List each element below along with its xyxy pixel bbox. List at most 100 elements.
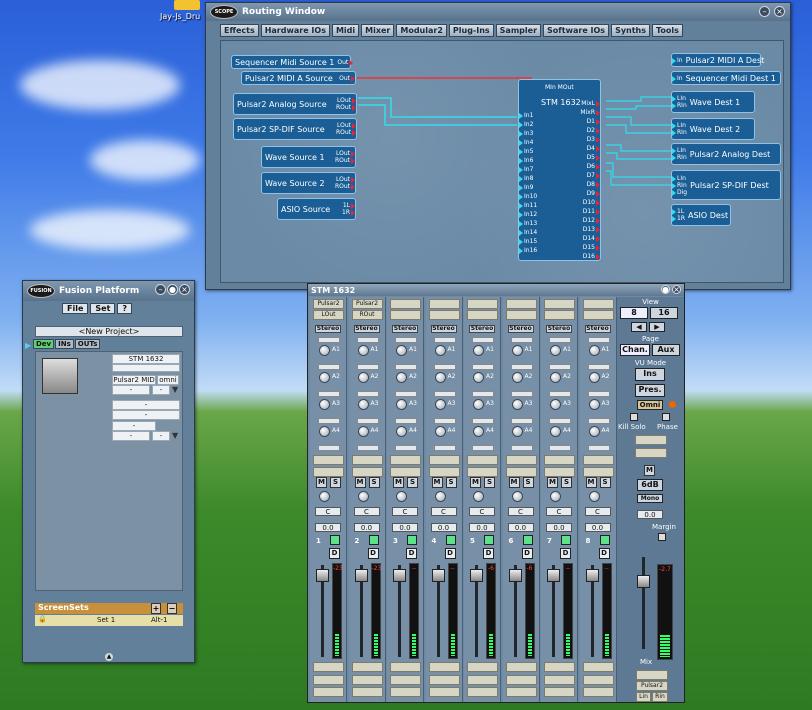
screenset-row[interactable]: 🔒 Set 1 Alt-1 [35,615,183,626]
project-name[interactable]: <New Project> [35,326,183,337]
aux-send-knob[interactable] [550,372,561,383]
output-slot[interactable] [544,675,575,685]
channel-source-device[interactable] [544,299,575,309]
page-next-icon[interactable]: ▶ [649,322,665,332]
aux-send-knob[interactable] [588,372,600,383]
aux-send-knob[interactable] [473,399,484,410]
solo-button[interactable]: S [330,477,341,488]
stereo-button[interactable]: Stereo [469,325,495,333]
pan-knob[interactable] [511,491,523,502]
menu-item[interactable]: Effects [220,24,259,37]
aux-send-knob[interactable] [396,345,407,356]
stm1632-node[interactable]: MIn MOut STM 1632 In1 In2 In3 In4 In5 In6 In7 I… [518,79,601,261]
aux-send-knob[interactable] [588,426,600,437]
channel-active-button[interactable] [599,535,610,545]
channel-source-device[interactable]: Pulsar2 [351,299,383,309]
stm-input-port[interactable]: In12 [519,211,537,218]
pan-value[interactable]: C [584,507,611,516]
aux-send-knob[interactable] [357,372,369,383]
output-slot[interactable] [582,662,614,672]
stm-output-port[interactable]: D16 [583,253,601,260]
output-slot[interactable] [505,687,537,697]
stereo-button[interactable]: Stereo [546,325,572,333]
stm-output-port[interactable]: D15 [583,244,601,251]
stm-output-port[interactable]: D9 [587,190,601,197]
mono-button[interactable]: Mono [637,494,663,503]
output-slot[interactable] [351,662,383,672]
device-mode[interactable]: omni [157,375,179,385]
output-slot[interactable] [544,662,575,672]
insert-slot[interactable] [390,467,421,477]
stm-output-port[interactable]: D11 [583,208,601,215]
output-slot[interactable] [467,675,498,685]
stm-input-port[interactable]: In11 [519,202,537,209]
stm-output-port[interactable]: D1 [587,118,601,125]
aux-send-knob[interactable] [319,372,330,383]
input-port[interactable]: LIn [672,175,687,182]
routing-canvas[interactable]: MIn MOut STM 1632 In1 In2 In3 In4 In5 In6 In7 I… [220,40,784,283]
input-port[interactable]: LIn [672,147,687,154]
output-slot[interactable] [313,662,344,672]
stm-output-port[interactable]: D2 [587,127,601,134]
stereo-button[interactable]: Stereo [584,325,611,333]
mixer-titlebar[interactable]: STM 1632 [308,284,684,296]
channel-source-port[interactable]: LOut [313,310,344,320]
aux-send-knob[interactable] [550,399,561,410]
output-slot[interactable] [351,675,383,685]
output-port[interactable]: Out [337,59,354,66]
menu-item[interactable]: Hardware IOs [260,24,330,37]
mute-button[interactable]: M [508,477,520,488]
aux-send-knob[interactable] [550,426,561,437]
aux-send-knob[interactable] [357,426,369,437]
output-port[interactable]: ROut [336,129,357,136]
destination-node[interactable]: In Pulsar2 MIDI A Dest [671,53,764,67]
channel-active-button[interactable] [561,535,571,545]
aux-send-knob[interactable] [511,345,523,356]
input-port[interactable]: 1R [672,215,685,222]
stm-output-port[interactable]: D13 [583,226,601,233]
volume-value[interactable]: 0.0 [392,523,418,532]
output-port[interactable]: LOut [336,97,357,104]
mute-button[interactable]: M [316,477,327,488]
aux-send-knob[interactable] [357,345,369,356]
fusion-tab[interactable]: OUTs [74,339,101,349]
destination-node[interactable]: 1L 1R ASIO Dest [671,204,731,226]
stm-output-port[interactable]: D7 [587,172,601,179]
channel-source-port[interactable] [467,310,498,320]
menu-item[interactable]: Synths [611,24,651,37]
maximize-icon[interactable]: ● [167,284,178,295]
output-port[interactable]: 1R [342,209,355,216]
insert-slot[interactable] [505,467,537,477]
output-slot[interactable] [428,687,460,697]
solo-button[interactable]: S [561,477,572,488]
phase-checkbox[interactable] [662,413,670,421]
source-node[interactable]: Pulsar2 MIDI A Source Out [241,71,356,85]
chan-button[interactable]: Chan. [620,344,650,356]
mute-button[interactable]: M [470,477,481,488]
output-slot[interactable] [467,662,498,672]
channel-source-port[interactable] [505,310,537,320]
source-node[interactable]: Pulsar2 SP-DIF Source LOut ROut [233,118,357,140]
pan-knob[interactable] [319,491,330,502]
stereo-button[interactable]: Stereo [430,325,457,333]
kill-solo-checkbox[interactable] [630,413,638,421]
source-node[interactable]: ASIO Source 1L 1R [277,198,356,220]
minimize-icon[interactable]: ● [661,285,670,294]
solo-button[interactable]: S [445,477,457,488]
output-slot[interactable] [428,675,460,685]
mute-button[interactable]: M [547,477,558,488]
volume-value[interactable]: 0.0 [353,523,380,532]
aux-send-knob[interactable] [473,345,484,356]
channel-source-port[interactable] [582,310,614,320]
insert-slot[interactable] [428,467,460,477]
aux-send-knob[interactable] [511,426,523,437]
mute-button[interactable]: M [354,477,366,488]
aux-send-knob[interactable] [319,399,330,410]
output-port[interactable]: LOut [336,122,357,129]
aux-send-knob[interactable] [434,399,446,410]
master-mute-button[interactable]: M [644,465,655,476]
ins-button[interactable]: Ins [635,368,665,381]
output-slot[interactable] [582,687,614,697]
output-port[interactable]: ROut [335,157,356,164]
stm-input-port[interactable]: In8 [519,175,533,182]
